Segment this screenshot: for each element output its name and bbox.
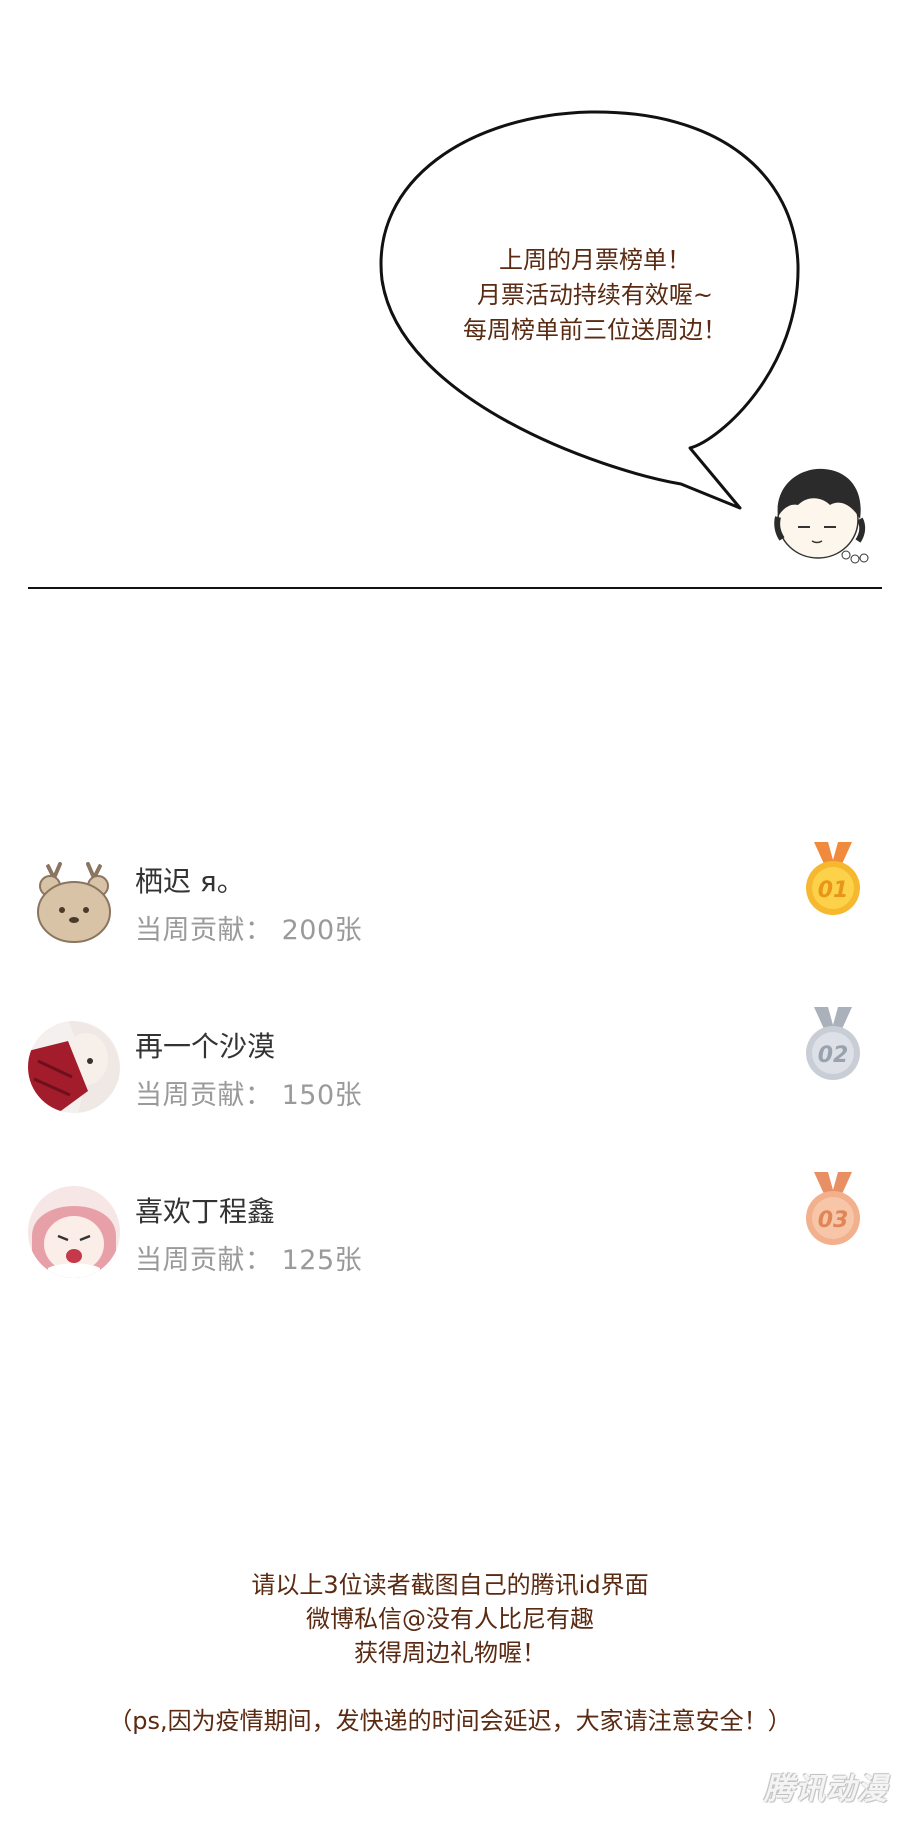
speech-bubble-panel: 上周的月票榜单！ 月票活动持续有效喔~ 每周榜单前三位送周边！ bbox=[0, 0, 900, 600]
bubble-line: 月票活动持续有效喔~ bbox=[476, 281, 714, 309]
footer-spacer bbox=[0, 1670, 900, 1704]
bear-icon bbox=[28, 856, 120, 948]
gold-medal-icon: 01 bbox=[806, 842, 860, 915]
section-divider bbox=[28, 587, 882, 589]
ranking-row-1: 栖迟 я。 当周贡献： 200张 01 bbox=[0, 838, 900, 958]
ranking-row-2: 再一个沙漠 当周贡献： 150张 02 bbox=[0, 1003, 900, 1123]
bubble-line: 上周的月票榜单！ bbox=[499, 246, 691, 274]
avatar-crying-girl bbox=[28, 1186, 120, 1278]
contribution-label: 当周贡献： bbox=[135, 1245, 273, 1276]
avatar-anime-girl bbox=[28, 1021, 120, 1113]
contribution-value: 150张 bbox=[281, 1080, 363, 1111]
medal-rank: 01 bbox=[818, 878, 849, 903]
ranking-row-3: 喜欢丁程鑫 当周贡献： 125张 03 bbox=[0, 1168, 900, 1288]
footer-line: 获得周边礼物喔！ bbox=[354, 1639, 546, 1667]
weekly-contribution: 当周贡献： 125张 bbox=[135, 1238, 362, 1277]
contribution-value: 125张 bbox=[281, 1245, 363, 1276]
medal-rank: 02 bbox=[818, 1043, 849, 1068]
anime-girl-icon bbox=[28, 1021, 120, 1113]
silver-medal-icon: 02 bbox=[806, 1007, 860, 1080]
contribution-label: 当周贡献： bbox=[135, 1080, 273, 1111]
bubble-line: 每周榜单前三位送周边！ bbox=[463, 316, 727, 344]
user-name: 再一个沙漠 bbox=[135, 1030, 276, 1063]
weekly-contribution: 当周贡献： 200张 bbox=[135, 908, 362, 947]
contribution-value: 200张 bbox=[281, 915, 363, 946]
footer-line: 请以上3位读者截图自己的腾讯id界面 bbox=[251, 1571, 649, 1599]
footer-line: 微博私信@没有人比尼有趣 bbox=[306, 1605, 594, 1633]
bronze-medal-icon: 03 bbox=[806, 1172, 860, 1245]
contribution-label: 当周贡献： bbox=[135, 915, 273, 946]
character-avatar bbox=[774, 468, 869, 564]
crying-girl-icon bbox=[28, 1186, 120, 1278]
footer-notice: 请以上3位读者截图自己的腾讯id界面 微博私信@没有人比尼有趣 获得周边礼物喔！… bbox=[0, 1568, 900, 1738]
bubble-message: 上周的月票榜单！ 月票活动持续有效喔~ 每周榜单前三位送周边！ bbox=[410, 243, 780, 348]
weekly-contribution: 当周贡献： 150张 bbox=[135, 1073, 362, 1112]
medal-rank: 03 bbox=[818, 1208, 849, 1233]
user-name: 喜欢丁程鑫 bbox=[135, 1195, 276, 1228]
footer-note: （ps,因为疫情期间，发快递的时间会延迟，大家请注意安全！） bbox=[108, 1707, 792, 1735]
watermark-logo: 腾讯动漫 bbox=[764, 1772, 888, 1807]
avatar-bear bbox=[28, 856, 120, 948]
user-name: 栖迟 я。 bbox=[135, 865, 245, 898]
